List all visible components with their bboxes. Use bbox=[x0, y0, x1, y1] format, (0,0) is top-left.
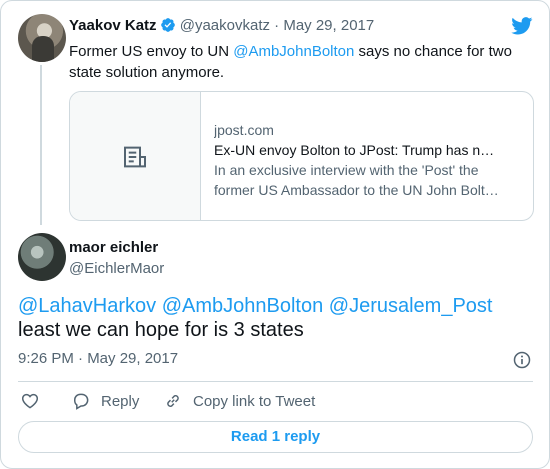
tweet-embed-card: Yaakov Katz @yaakovkatz · May 29, 2017 F… bbox=[0, 0, 550, 469]
link-title: Ex-UN envoy Bolton to JPost: Trump has n… bbox=[214, 142, 495, 158]
link-domain: jpost.com bbox=[214, 122, 274, 138]
quoted-tweet-text: Former US envoy to UN @AmbJohnBolton say… bbox=[69, 41, 529, 83]
quoted-author-handle[interactable]: @yaakovkatz bbox=[180, 17, 270, 34]
main-tweet-text: @LahavHarkov @AmbJohnBolton @Jerusalem_P… bbox=[18, 294, 538, 342]
copy-link-button[interactable]: Copy link to Tweet bbox=[163, 390, 315, 412]
twitter-bird-icon[interactable] bbox=[511, 17, 533, 35]
read-replies-button[interactable]: Read 1 reply bbox=[18, 421, 533, 453]
reply-button[interactable]: Reply bbox=[71, 390, 139, 412]
reply-icon bbox=[74, 393, 89, 410]
link-description-line-1: In an exclusive interview with the 'Post… bbox=[214, 162, 479, 178]
heart-icon bbox=[21, 393, 39, 409]
link-description-line-2: former US Ambassador to the UN John Bolt… bbox=[214, 182, 499, 198]
verified-badge-icon bbox=[160, 18, 175, 32]
main-author-name[interactable]: maor eichler bbox=[69, 239, 158, 256]
like-button[interactable] bbox=[20, 390, 40, 412]
quoted-mention-link[interactable]: @AmbJohnBolton bbox=[233, 43, 354, 60]
main-tweet-body: least we can hope for is 3 states bbox=[18, 319, 304, 341]
quoted-tweet-header: Yaakov Katz @yaakovkatz · May 29, 2017 bbox=[69, 17, 374, 34]
link-meta: jpost.com Ex-UN envoy Bolton to JPost: T… bbox=[214, 120, 520, 200]
actions-divider bbox=[18, 381, 533, 382]
quoted-text-before: Former US envoy to UN bbox=[69, 43, 234, 60]
main-author-handle[interactable]: @EichlerMaor bbox=[69, 260, 164, 277]
link-icon bbox=[167, 395, 179, 407]
link-thumbnail bbox=[70, 92, 201, 220]
maor-eichler-avatar[interactable] bbox=[18, 233, 66, 281]
reply-label: Reply bbox=[101, 392, 140, 410]
quoted-author-name[interactable]: Yaakov Katz bbox=[69, 17, 157, 34]
main-tweet-mentions[interactable]: @LahavHarkov @AmbJohnBolton @Jerusalem_P… bbox=[18, 294, 538, 318]
yaakov-katz-avatar[interactable] bbox=[18, 14, 66, 62]
document-icon bbox=[124, 146, 146, 168]
link-preview-card[interactable]: jpost.com Ex-UN envoy Bolton to JPost: T… bbox=[69, 91, 534, 221]
thread-connector-line bbox=[40, 65, 42, 225]
quoted-tweet-date[interactable]: May 29, 2017 bbox=[283, 17, 374, 34]
copy-link-label: Copy link to Tweet bbox=[193, 392, 316, 410]
main-tweet-timestamp[interactable]: 9:26 PM · May 29, 2017 bbox=[18, 350, 178, 367]
info-icon[interactable] bbox=[512, 350, 532, 370]
header-separator: · bbox=[274, 17, 280, 34]
